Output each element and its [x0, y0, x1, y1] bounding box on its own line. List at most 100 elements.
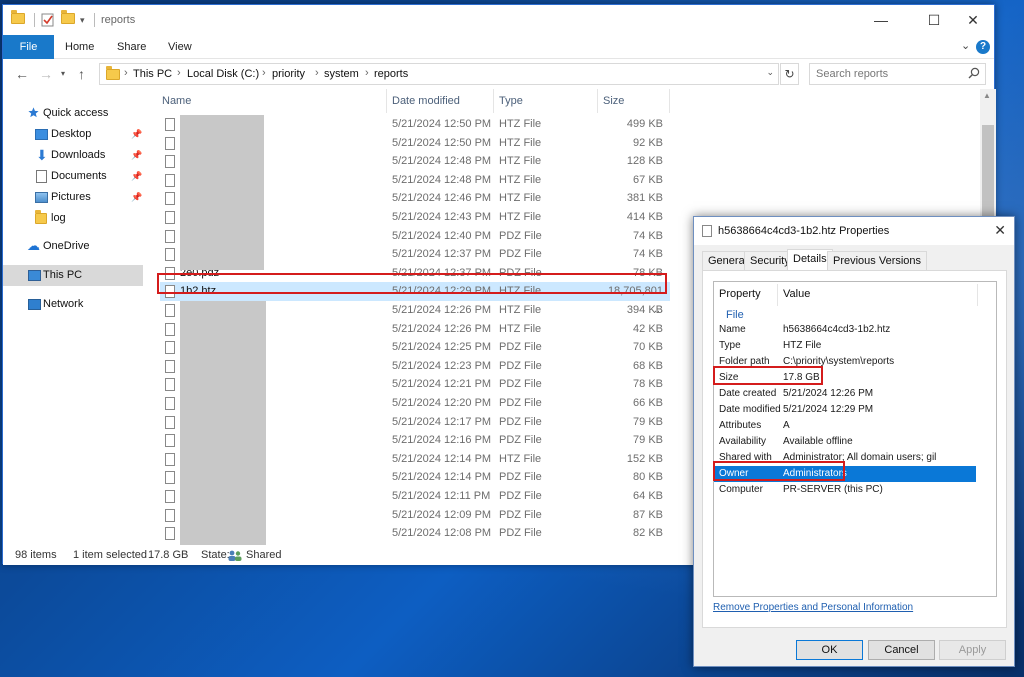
item-count: 98 items — [15, 549, 57, 561]
apply-button[interactable]: Apply — [939, 640, 1006, 660]
nav-network[interactable]: Network — [3, 294, 143, 315]
file-type: PDZ File — [499, 490, 542, 502]
file-type: PDZ File — [499, 415, 542, 428]
network-icon — [28, 299, 41, 310]
customize-quick-access-icon[interactable]: ▾ — [80, 15, 94, 29]
nav-quick-access[interactable]: Quick access — [3, 103, 143, 124]
file-type: HTZ File — [499, 155, 542, 168]
chevron-right-icon[interactable]: › — [315, 67, 319, 79]
tab-home[interactable]: Home — [65, 35, 94, 59]
property-row-date-modified[interactable]: Date modified 5/21/2024 12:29 PM — [714, 402, 976, 418]
file-date: 5/21/2024 12:21 PM — [392, 378, 492, 391]
properties-check-icon[interactable] — [41, 13, 55, 27]
chevron-right-icon[interactable]: › — [262, 67, 266, 79]
property-key: Type — [719, 340, 741, 351]
property-value: Administrator; All domain users; gil — [783, 452, 937, 463]
column-type[interactable]: Type — [499, 93, 523, 113]
property-row-folder-path[interactable]: Folder path C:\priority\system\reports — [714, 354, 976, 370]
chevron-right-icon[interactable]: › — [365, 67, 369, 79]
forward-arrow-icon[interactable]: → — [39, 66, 53, 82]
cancel-button[interactable]: Cancel — [868, 640, 935, 660]
property-row-attributes[interactable]: Attributes A — [714, 418, 976, 434]
new-folder-icon[interactable] — [61, 10, 75, 27]
search-input[interactable]: Search reports — [809, 63, 986, 85]
file-icon — [165, 471, 175, 485]
property-key: Owner — [719, 468, 749, 479]
tab-details[interactable]: Details — [787, 249, 833, 271]
close-button[interactable]: ✕ — [950, 5, 996, 35]
property-row-date-created[interactable]: Date created 5/21/2024 12:26 PM — [714, 386, 976, 402]
file-icon — [165, 415, 175, 429]
file-icon — [165, 118, 175, 131]
breadcrumb-local-disk[interactable]: Local Disk (C:) — [187, 68, 259, 80]
property-value: 5/21/2024 12:29 PM — [783, 404, 874, 415]
file-size: 128 KB — [626, 155, 663, 168]
file-date: 5/21/2024 12:48 PM — [392, 155, 492, 168]
nav-label: Documents — [51, 170, 107, 182]
header-property[interactable]: Property — [719, 288, 761, 300]
header-value[interactable]: Value — [783, 288, 810, 300]
refresh-button[interactable]: ↻ — [780, 63, 799, 85]
nav-label: Desktop — [51, 128, 92, 140]
download-arrow-icon: ⬇ — [36, 147, 48, 163]
nav-label: Quick access — [43, 107, 109, 119]
sidebar-item-log[interactable]: log — [3, 208, 143, 229]
tab-previous-versions[interactable]: Previous Versions — [827, 251, 928, 270]
sidebar-item-downloads[interactable]: ⬇ Downloads 📌 — [3, 145, 143, 166]
tab-view[interactable]: View — [168, 35, 192, 59]
file-icon — [165, 136, 175, 150]
back-arrow-icon[interactable]: ← — [15, 66, 29, 82]
sidebar-item-pictures[interactable]: Pictures 📌 — [3, 187, 143, 208]
address-dropdown-icon[interactable]: ⌄ — [766, 67, 774, 78]
pin-icon[interactable]: 📌 — [131, 124, 142, 145]
property-row-owner[interactable]: Owner Administrators — [714, 466, 976, 482]
remove-properties-link[interactable]: Remove Properties and Personal Informati… — [713, 602, 913, 613]
file-date: 5/21/2024 12:26 PM — [392, 322, 492, 335]
tab-share[interactable]: Share — [117, 35, 146, 59]
address-bar[interactable]: › This PC › Local Disk (C:) › priority ›… — [99, 63, 779, 85]
sidebar-item-desktop[interactable]: Desktop 📌 — [3, 124, 143, 145]
ok-button[interactable]: OK — [796, 640, 863, 660]
column-name[interactable]: Name — [162, 93, 191, 113]
chevron-right-icon[interactable]: › — [124, 67, 128, 79]
property-row-size[interactable]: Size 17.8 GB — [714, 370, 976, 386]
table-row[interactable]: 1b2.htz 5/21/2024 12:29 PM HTZ File 18,705,… — [160, 282, 670, 315]
breadcrumb-system[interactable]: system — [324, 68, 359, 80]
close-button[interactable]: ✕ — [994, 222, 1006, 239]
sidebar-item-documents[interactable]: Documents 📌 — [3, 166, 143, 187]
property-row-type[interactable]: Type HTZ File — [714, 338, 976, 354]
property-row-shared-with[interactable]: Shared with Administrator; All domain use… — [714, 450, 976, 466]
nav-label: This PC — [43, 269, 83, 281]
desktop-icon — [35, 129, 48, 140]
minimize-button[interactable]: — — [858, 5, 904, 35]
file-date: 5/21/2024 12:48 PM — [392, 173, 492, 186]
expand-ribbon-icon[interactable]: ⌄ — [961, 39, 970, 52]
property-value: 5/21/2024 12:26 PM — [783, 388, 874, 399]
property-row-computer[interactable]: Computer PR-SERVER (this PC) — [714, 482, 976, 498]
file-type: HTZ File — [499, 136, 542, 149]
pin-icon[interactable]: 📌 — [131, 145, 142, 166]
file-icon — [165, 285, 175, 299]
scroll-up-icon[interactable]: ▲ — [983, 91, 991, 100]
shared-users-icon — [228, 549, 242, 561]
pin-icon[interactable]: 📌 — [131, 187, 142, 208]
recent-locations-icon[interactable]: ▾ — [61, 69, 65, 78]
column-date-modified[interactable]: Date modified — [392, 93, 460, 113]
window-title: reports — [101, 14, 136, 26]
breadcrumb-priority[interactable]: priority — [272, 68, 305, 80]
column-size[interactable]: Size — [603, 93, 624, 113]
tab-file[interactable]: File — [3, 35, 54, 59]
chevron-right-icon[interactable]: › — [177, 67, 181, 79]
nav-this-pc[interactable]: This PC — [3, 265, 143, 286]
pin-icon[interactable]: 📌 — [131, 166, 142, 187]
property-row-availability[interactable]: Availability Available offline — [714, 434, 976, 450]
file-size: 64 KB — [633, 490, 663, 502]
breadcrumb-reports[interactable]: reports — [374, 68, 408, 80]
file-size: 80 KB — [633, 471, 663, 484]
breadcrumb-this-pc[interactable]: This PC — [133, 68, 172, 80]
property-row-name[interactable]: Name h5638664c4cd3-1b2.htz — [714, 322, 976, 338]
file-icon — [165, 341, 175, 355]
up-arrow-icon[interactable]: ↑ — [78, 66, 85, 82]
help-icon[interactable]: ? — [976, 40, 990, 54]
nav-onedrive[interactable]: ☁ OneDrive — [3, 236, 143, 257]
